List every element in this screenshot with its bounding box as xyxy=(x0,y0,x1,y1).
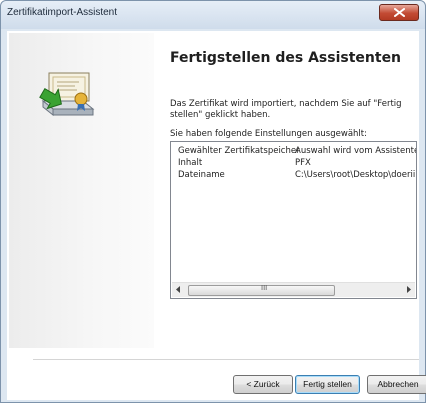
setting-value: PFX xyxy=(295,158,311,168)
close-button[interactable] xyxy=(379,4,419,21)
wizard-content: Fertigstellen des Assistenten Das Zertif… xyxy=(7,31,426,400)
setting-value: Auswahl wird vom Assistente xyxy=(295,146,417,156)
page-title: Fertigstellen des Assistenten xyxy=(170,50,402,66)
finish-button[interactable]: Fertig stellen xyxy=(295,375,360,394)
certificate-import-icon xyxy=(39,72,95,117)
back-button[interactable]: < Zurück xyxy=(233,375,293,394)
wizard-window: Zertifikatimport-Assistent Fertigstellen… xyxy=(0,0,426,403)
close-icon xyxy=(394,8,405,17)
scroll-right-icon[interactable] xyxy=(406,286,411,293)
wizard-side-panel xyxy=(9,33,154,348)
horizontal-scrollbar[interactable]: III xyxy=(172,282,415,297)
setting-name: Gewählter Zertifikatspeicher xyxy=(178,146,300,156)
divider xyxy=(33,359,419,360)
settings-label: Sie haben folgende Einstellungen ausgewä… xyxy=(170,129,367,139)
settings-list[interactable]: Gewählter Zertifikatspeicher Auswahl wir… xyxy=(170,141,417,299)
scrollbar-grip: III xyxy=(261,284,268,292)
wizard-description: Das Zertifikat wird importiert, nachdem … xyxy=(170,99,402,120)
setting-name: Dateiname xyxy=(178,170,225,180)
setting-name: Inhalt xyxy=(178,158,203,168)
scroll-left-icon[interactable] xyxy=(176,286,181,293)
scrollbar-thumb[interactable]: III xyxy=(188,284,335,296)
title-bar[interactable]: Zertifikatimport-Assistent xyxy=(1,1,425,29)
setting-value: C:\Users\root\Desktop\doerii xyxy=(295,170,416,180)
window-title: Zertifikatimport-Assistent xyxy=(7,7,118,18)
cancel-button[interactable]: Abbrechen xyxy=(367,375,426,394)
